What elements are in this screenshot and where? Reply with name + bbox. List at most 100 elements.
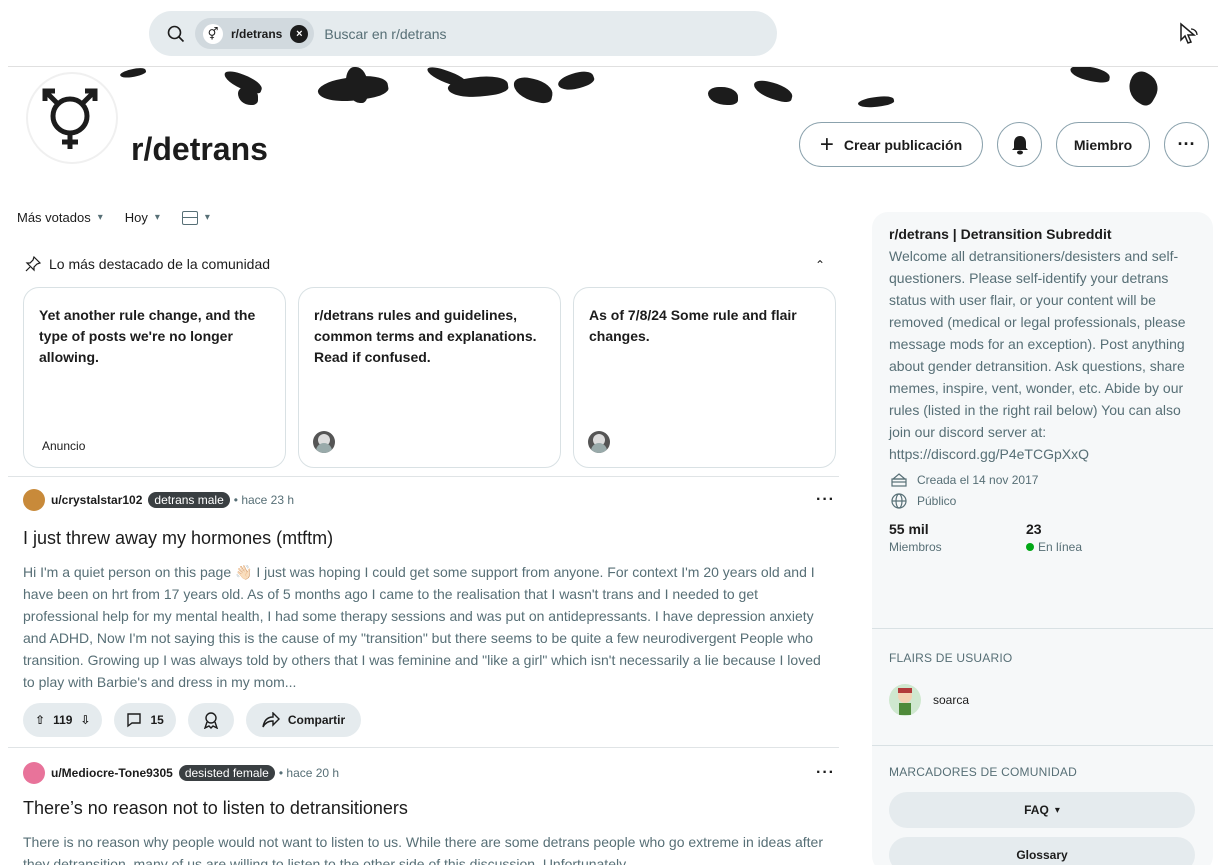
community-stats: 55 mil Miembros 23 En línea [889, 521, 1196, 554]
user-flairs-heading: FLAIRS DE USUARIO [889, 651, 1013, 665]
community-banner [8, 66, 1218, 109]
sort-order-label: Más votados [17, 210, 91, 225]
search-input[interactable]: Buscar en r/detrans [324, 26, 446, 42]
online-stat: 23 En línea [1026, 521, 1163, 554]
highlight-card[interactable]: Yet another rule change, and the type of… [23, 287, 286, 468]
notifications-button[interactable] [997, 122, 1042, 167]
bookmark-label: Glossary [1016, 848, 1068, 862]
more-options-button[interactable]: ··· [1164, 122, 1209, 167]
vote-control: ⇧ 119 ⇩ [23, 703, 103, 737]
chevron-down-icon: ▾ [1054, 804, 1060, 816]
post-title[interactable]: I just threw away my hormones (mtftm) [23, 528, 333, 549]
bookmark-button-glossary[interactable]: Glossary [889, 837, 1195, 865]
search-scope-label: r/detrans [231, 26, 283, 41]
sort-time-dropdown[interactable]: Hoy ▾ [125, 210, 160, 225]
avatar [588, 431, 610, 453]
user-flair: desisted female [178, 765, 275, 781]
visibility: Público [889, 493, 1196, 509]
online-label: En línea [1038, 540, 1083, 554]
layout-icon [181, 210, 198, 225]
visibility-label: Público [917, 494, 957, 508]
post-age: • hace 23 h [233, 493, 295, 507]
avatar [889, 684, 921, 716]
chevron-down-icon: ▾ [204, 212, 210, 223]
members-count: 55 mil [889, 521, 929, 537]
globe-icon [889, 493, 909, 509]
created-label: Creada el 14 nov 2017 [917, 473, 1039, 487]
online-count: 23 [1026, 521, 1042, 537]
chevron-down-icon: ▾ [97, 212, 103, 223]
comment-count: 15 [150, 713, 164, 727]
award-icon [203, 712, 218, 729]
highlight-card[interactable]: r/detrans rules and guidelines, common t… [298, 287, 561, 468]
search-scope-chip[interactable]: ⚥ r/detrans × [195, 18, 315, 49]
members-label: Miembros [889, 540, 942, 554]
divider [872, 628, 1213, 629]
comments-button[interactable]: 15 [114, 703, 176, 737]
community-title: r/detrans [131, 131, 268, 167]
bookmarks-heading: MARCADORES DE COMUNIDAD [889, 765, 1077, 779]
user-flair-name: soarca [933, 693, 970, 707]
user-flair-item[interactable]: soarca [889, 684, 969, 716]
bookmark-label: FAQ [1024, 803, 1049, 817]
created-date: Creada el 14 nov 2017 [889, 473, 1196, 487]
bell-icon [1011, 135, 1028, 154]
chevron-down-icon: ▾ [154, 212, 160, 223]
share-button[interactable]: Compartir [245, 703, 362, 737]
comment-icon [127, 713, 142, 728]
highlights-heading: Lo más destacado de la comunidad [25, 256, 270, 272]
vote-count: 119 [53, 713, 73, 727]
community-icon: ⚥ [203, 23, 223, 44]
highlight-card-title: Yet another rule change, and the type of… [39, 307, 256, 365]
sidebar-title: r/detrans | Detransition Subreddit [889, 226, 1112, 242]
gender-symbol-icon [42, 88, 98, 149]
highlight-card-footer: Anuncio [42, 439, 86, 453]
highlights-title: Lo más destacado de la comunidad [49, 256, 271, 272]
highlight-card-title: r/detrans rules and guidelines, common t… [314, 307, 537, 365]
avatar[interactable] [23, 489, 45, 511]
sort-time-label: Hoy [124, 210, 148, 225]
search-bar[interactable]: ⚥ r/detrans × Buscar en r/detrans [149, 11, 777, 56]
member-button[interactable]: Miembro [1056, 122, 1150, 167]
post-body[interactable]: Hi I'm a quiet person on this page 👋🏻 I … [23, 561, 831, 693]
post-age: • hace 20 h [278, 766, 340, 780]
create-post-button[interactable]: + Crear publicación [799, 122, 983, 167]
search-icon [165, 23, 187, 45]
award-button[interactable] [187, 703, 234, 737]
create-post-label: Crear publicación [843, 136, 963, 153]
sort-order-dropdown[interactable]: Más votados ▾ [17, 210, 103, 225]
post-meta: u/crystalstar102 detrans male • hace 23 … [23, 489, 294, 511]
sidebar: r/detrans | Detransition Subreddit Welco… [872, 212, 1213, 865]
plus-icon: + [819, 130, 834, 158]
bookmark-button-faq[interactable]: FAQ ▾ [889, 792, 1195, 828]
share-label: Compartir [287, 713, 346, 727]
upvote-icon[interactable]: ⇧ [35, 713, 45, 727]
sort-bar: Más votados ▾ Hoy ▾ ▾ [17, 210, 232, 225]
divider [872, 745, 1213, 746]
highlight-card[interactable]: As of 7/8/24 Some rule and flair changes… [573, 287, 836, 468]
post-author[interactable]: u/crystalstar102 [51, 493, 142, 507]
cursor-icon [1180, 22, 1198, 44]
chevron-up-icon[interactable]: ⌃ [815, 258, 825, 272]
top-bar: ⚥ r/detrans × Buscar en r/detrans [0, 0, 1218, 66]
highlight-card-title: As of 7/8/24 Some rule and flair changes… [589, 307, 797, 344]
post-title[interactable]: There’s no reason not to listen to detra… [23, 798, 408, 819]
post-actions: ⇧ 119 ⇩ 15 Compartir [23, 703, 362, 737]
cake-icon [889, 473, 909, 487]
view-layout-dropdown[interactable]: ▾ [181, 210, 210, 225]
post-body[interactable]: There is no reason why people would not … [23, 831, 831, 865]
avatar[interactable] [23, 762, 45, 784]
post-more-button[interactable]: ··· [816, 491, 835, 509]
online-indicator: En línea [1026, 540, 1163, 554]
post-meta: u/Mediocre-Tone9305 desisted female • ha… [23, 762, 339, 784]
avatar [313, 431, 335, 453]
share-icon [262, 712, 280, 728]
divider [8, 747, 839, 748]
user-flair: detrans male [148, 492, 230, 508]
community-avatar [26, 72, 118, 164]
post-author[interactable]: u/Mediocre-Tone9305 [51, 766, 173, 780]
close-icon[interactable]: × [290, 24, 309, 43]
pin-icon [25, 256, 41, 272]
post-more-button[interactable]: ··· [816, 764, 835, 782]
downvote-icon[interactable]: ⇩ [80, 713, 90, 727]
